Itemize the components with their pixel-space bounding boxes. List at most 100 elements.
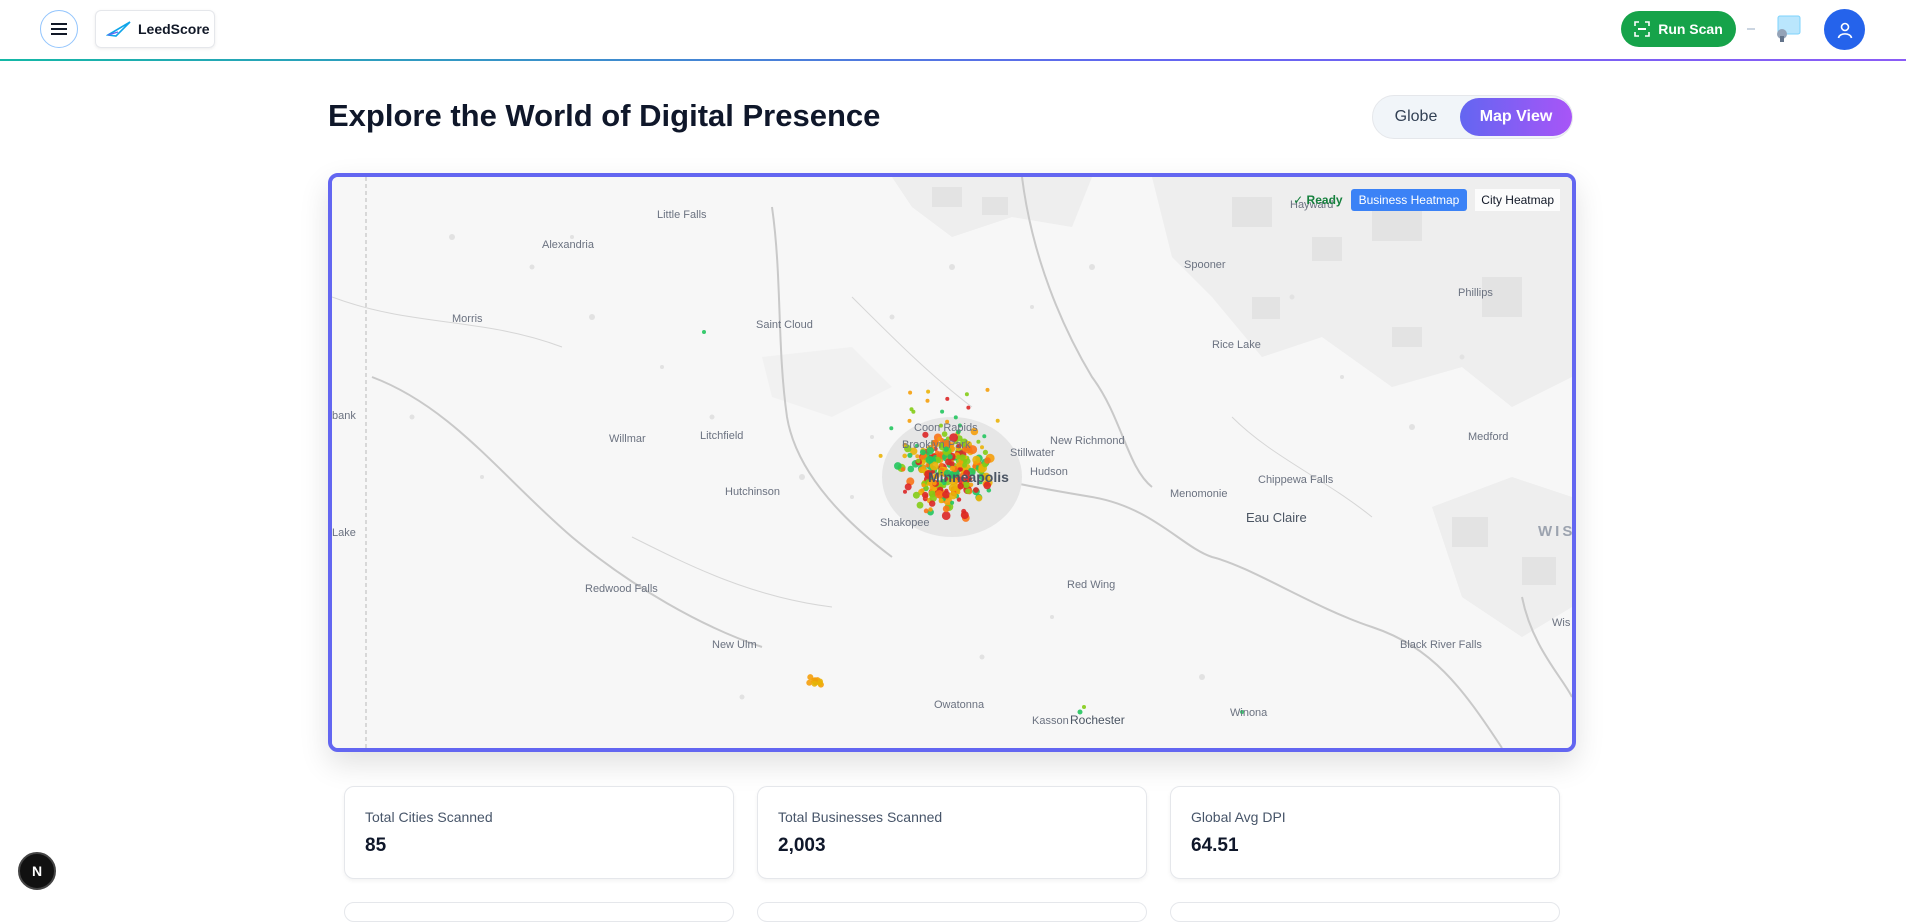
business-point[interactable] xyxy=(928,490,936,498)
business-point[interactable] xyxy=(915,454,920,459)
business-point[interactable] xyxy=(811,680,818,687)
business-point[interactable] xyxy=(976,439,981,444)
business-point[interactable] xyxy=(929,500,936,507)
business-point[interactable] xyxy=(948,483,957,492)
map-label-kasson: Kasson xyxy=(1032,715,1069,727)
run-scan-label: Run Scan xyxy=(1658,21,1723,37)
map-label-spooner: Spooner xyxy=(1184,259,1226,271)
map-label-winona: Winona xyxy=(1230,707,1268,719)
business-point[interactable] xyxy=(925,463,930,468)
map-label-redwood-falls: Redwood Falls xyxy=(585,583,658,595)
business-point[interactable] xyxy=(980,445,984,450)
map-label-medford: Medford xyxy=(1468,431,1509,443)
map-container[interactable]: Little Falls Alexandria Morris Saint Clo… xyxy=(328,173,1576,752)
business-point[interactable] xyxy=(995,418,1000,423)
map-label-rochester: Rochester xyxy=(1070,713,1125,727)
business-point[interactable] xyxy=(926,389,931,394)
business-point[interactable] xyxy=(964,392,969,397)
business-point[interactable] xyxy=(975,494,983,502)
business-point[interactable] xyxy=(949,491,957,500)
business-point[interactable] xyxy=(807,674,814,681)
app-logo[interactable]: LeedScore xyxy=(95,10,215,48)
business-point[interactable] xyxy=(950,500,955,505)
map-basemap[interactable] xyxy=(332,177,1572,748)
business-point[interactable] xyxy=(935,450,939,455)
business-point[interactable] xyxy=(900,467,906,472)
business-point[interactable] xyxy=(941,511,951,520)
business-point[interactable] xyxy=(928,507,933,512)
business-point[interactable] xyxy=(945,458,952,466)
business-point[interactable] xyxy=(806,679,813,686)
map-label-chippewa-falls: Chippewa Falls xyxy=(1258,474,1334,486)
business-point[interactable] xyxy=(972,464,977,469)
business-point[interactable] xyxy=(966,405,971,410)
dev-tools-badge[interactable]: N xyxy=(18,852,56,890)
business-point[interactable] xyxy=(907,418,912,423)
business-point[interactable] xyxy=(920,488,925,493)
business-point[interactable] xyxy=(916,458,921,464)
business-point[interactable] xyxy=(878,453,883,458)
business-point[interactable] xyxy=(889,426,894,431)
business-point[interactable] xyxy=(984,457,991,464)
business-point[interactable] xyxy=(944,488,949,493)
business-point[interactable] xyxy=(902,453,907,459)
business-point[interactable] xyxy=(1082,705,1086,709)
map-label-willmar: Willmar xyxy=(609,433,646,445)
business-point[interactable] xyxy=(921,464,926,470)
map-label-minneapolis: Minneapolis xyxy=(928,469,1009,485)
business-point[interactable] xyxy=(903,489,907,494)
stat-card-businesses: Total Businesses Scanned 2,003 xyxy=(757,786,1147,879)
map-label-owatonna: Owatonna xyxy=(934,699,985,711)
business-point[interactable] xyxy=(909,407,914,412)
stat-card-avg-dpi: Global Avg DPI 64.51 xyxy=(1170,786,1560,879)
menu-button[interactable] xyxy=(40,10,78,48)
map-label-coon-rapids: Coon Rapids xyxy=(914,422,978,434)
business-point[interactable] xyxy=(921,483,926,488)
stat-value: 85 xyxy=(365,835,387,856)
business-point[interactable] xyxy=(908,390,913,395)
business-point[interactable] xyxy=(945,396,950,401)
map-view-button[interactable]: Map View xyxy=(1460,98,1572,136)
run-scan-button[interactable]: Run Scan xyxy=(1621,11,1736,47)
map-label-hudson: Hudson xyxy=(1030,466,1068,478)
business-point[interactable] xyxy=(940,409,945,414)
business-point[interactable] xyxy=(904,483,912,491)
map-label-hutchinson: Hutchinson xyxy=(725,486,781,498)
business-point[interactable] xyxy=(912,491,920,499)
business-point[interactable] xyxy=(922,491,929,499)
hamburger-icon xyxy=(51,23,67,35)
business-point[interactable] xyxy=(942,505,950,513)
map-label-new-richmond: New Richmond xyxy=(1050,435,1125,447)
business-point[interactable] xyxy=(947,454,953,460)
business-point[interactable] xyxy=(960,511,969,520)
business-point[interactable] xyxy=(953,415,958,420)
stat-card-partial xyxy=(344,902,734,922)
separator xyxy=(1747,28,1755,30)
business-point[interactable] xyxy=(925,398,930,403)
business-point[interactable] xyxy=(962,462,968,468)
business-point[interactable] xyxy=(925,455,934,464)
stat-card-partial xyxy=(757,902,1147,922)
business-point[interactable] xyxy=(956,490,961,495)
business-point[interactable] xyxy=(938,498,944,504)
business-point[interactable] xyxy=(702,330,706,334)
business-point[interactable] xyxy=(963,459,968,463)
user-avatar-button[interactable] xyxy=(1824,9,1865,50)
header-divider xyxy=(0,59,1906,61)
business-point[interactable] xyxy=(939,462,944,468)
business-point[interactable] xyxy=(923,508,929,514)
business-point[interactable] xyxy=(982,434,987,439)
business-heatmap-button[interactable]: Business Heatmap xyxy=(1350,189,1468,211)
globe-view-button[interactable]: Globe xyxy=(1381,99,1451,135)
business-point[interactable] xyxy=(985,387,990,392)
stat-label: Total Businesses Scanned xyxy=(778,809,943,825)
business-point[interactable] xyxy=(982,449,989,455)
business-point[interactable] xyxy=(919,455,925,460)
business-point[interactable] xyxy=(916,501,924,509)
business-point[interactable] xyxy=(907,452,913,458)
stat-value: 2,003 xyxy=(778,835,826,856)
business-point[interactable] xyxy=(965,488,971,494)
business-point[interactable] xyxy=(894,462,902,470)
city-heatmap-button[interactable]: City Heatmap xyxy=(1475,189,1560,211)
business-point[interactable] xyxy=(973,487,979,493)
